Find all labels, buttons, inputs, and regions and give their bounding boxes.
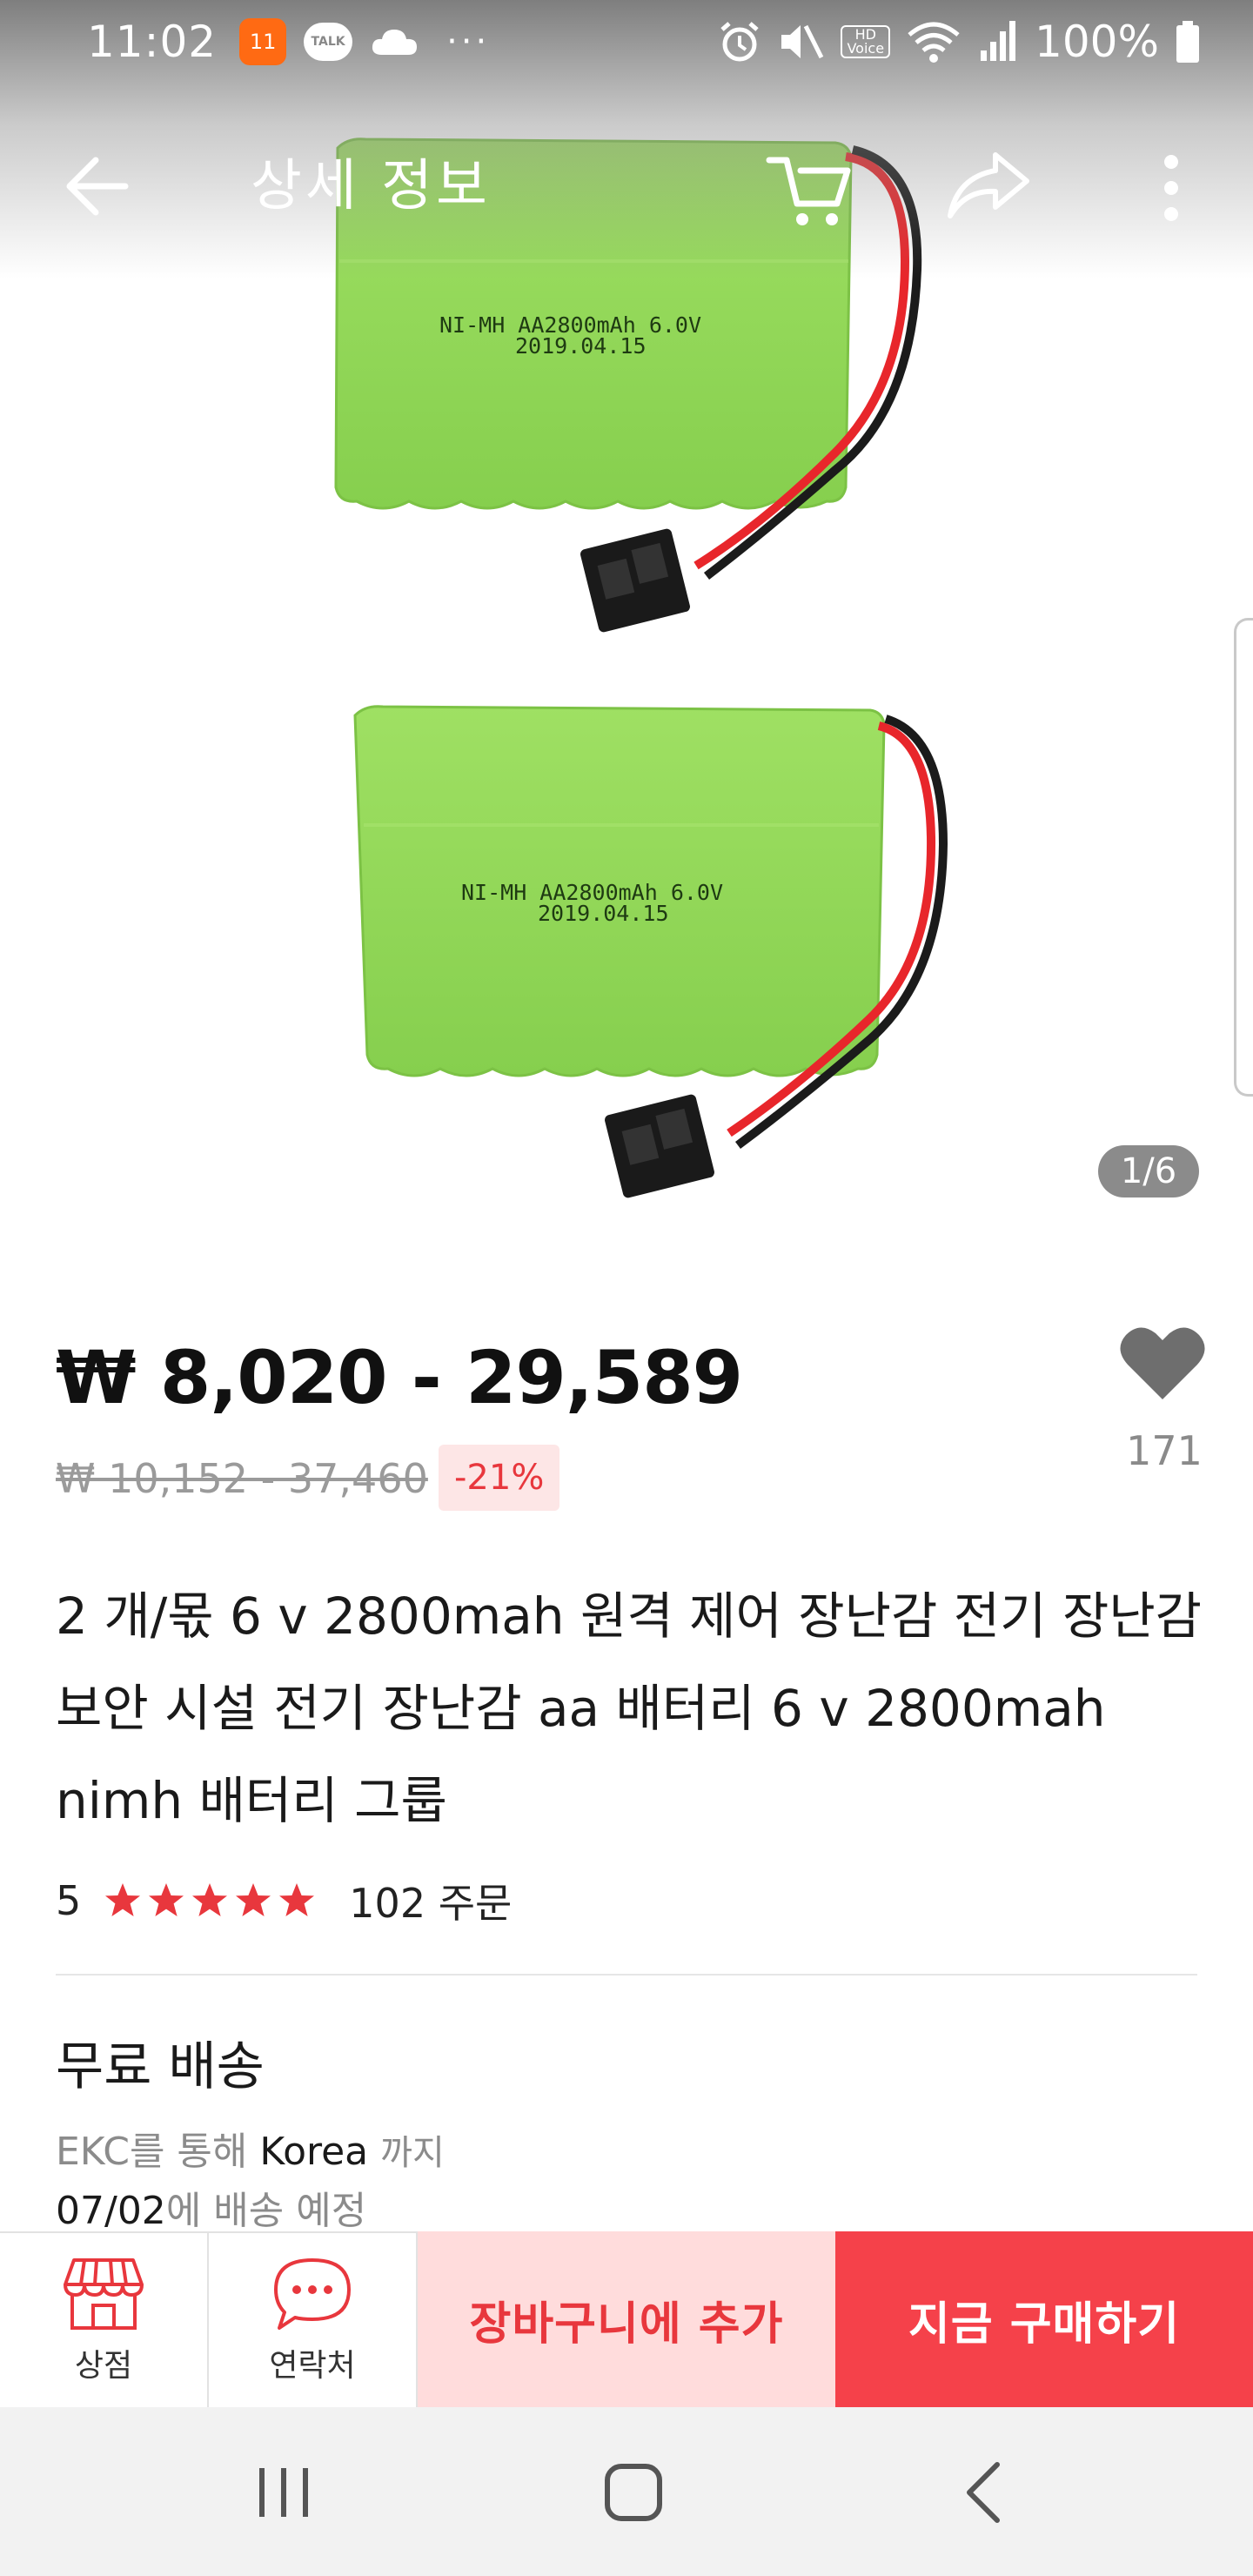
section-divider [56, 1974, 1197, 1976]
battery-percent: 100% [1035, 17, 1159, 67]
more-menu-icon[interactable] [1147, 151, 1196, 225]
store-label: 상점 [74, 2348, 133, 2384]
discount-badge: -21% [439, 1445, 560, 1511]
shipping-eta: 07/02에 배송 예정 [56, 2179, 366, 2235]
status-time: 11:02 [87, 17, 218, 67]
order-count: 102 주문 [349, 1880, 513, 1927]
wifi-icon [908, 22, 960, 63]
contact-button[interactable]: 연락처 [209, 2231, 418, 2407]
side-panel-handle[interactable] [1234, 618, 1253, 1097]
nav-back-icon[interactable] [957, 2459, 1009, 2526]
alarm-icon [720, 22, 760, 62]
rating-stars [104, 1882, 316, 1920]
system-navigation-bar [0, 2407, 1253, 2576]
battery-pack-bottom: NI-MH AA2800mAh 6.0V 2019.04.15 [353, 705, 948, 1198]
shipping-destination: Korea [259, 2130, 369, 2174]
star-icon [192, 1883, 228, 1916]
status-bar: 11:02 11 TALK ··· HD Voice 100% [0, 0, 1253, 84]
chat-bubble-icon [274, 2258, 351, 2330]
star-icon [279, 1883, 315, 1916]
shipping-title[interactable]: 무료 배송 [56, 2024, 265, 2100]
star-icon [149, 1883, 184, 1916]
star-icon [105, 1883, 141, 1916]
top-app-bar: 상세 정보 [0, 84, 1253, 275]
wishlist-heart-icon[interactable] [1117, 1321, 1208, 1405]
store-icon [64, 2258, 144, 2330]
contact-label: 연락처 [269, 2348, 356, 2384]
signal-icon [981, 21, 1016, 61]
bottom-action-bar: 상점 연락처 장바구니에 추가 지금 구매하기 [0, 2231, 1253, 2407]
wishlist-count: 171 [1126, 1427, 1203, 1474]
talk-notification-icon: TALK [304, 23, 353, 61]
shipping-date: 07/02 [56, 2189, 166, 2233]
add-to-cart-button[interactable]: 장바구니에 추가 [418, 2231, 835, 2407]
mute-icon [781, 24, 824, 59]
battery-label-line2: 2019.04.15 [515, 333, 647, 359]
star-icon [236, 1883, 271, 1916]
recent-apps-icon[interactable] [252, 2461, 315, 2524]
page-title: 상세 정보 [251, 154, 491, 218]
battery-label-line2: 2019.04.15 [538, 901, 669, 926]
shipping-destination-suffix: 까지 [380, 2133, 445, 2173]
voice-label: Voice [847, 40, 885, 57]
back-arrow-icon[interactable] [61, 151, 131, 221]
rating-score: 5 [56, 1877, 82, 1924]
current-price: ₩ 8,020 - 29,589 [56, 1335, 743, 1420]
image-page-indicator: 1/6 [1098, 1145, 1199, 1197]
app-notification-icon: 11 [239, 18, 287, 65]
shipping-date-suffix: 에 배송 예정 [165, 2189, 367, 2233]
cloud-icon [372, 30, 418, 55]
original-price: ₩ 10,152 - 37,460 [56, 1455, 428, 1502]
home-icon[interactable] [602, 2461, 665, 2524]
shipping-carrier: EKC를 통해 [56, 2130, 248, 2174]
store-button[interactable]: 상점 [0, 2231, 209, 2407]
cart-icon[interactable] [762, 139, 858, 235]
rating-row[interactable]: 5 102 주문 [56, 1875, 512, 1927]
hd-voice-icon: HD Voice [841, 25, 891, 58]
battery-icon [1176, 21, 1199, 63]
more-notifications-icon: ··· [446, 22, 491, 62]
shipping-route: EKC를 통해 Korea 까지 [56, 2120, 445, 2176]
share-icon[interactable] [941, 143, 1037, 230]
product-title: 2 개/몫 6 v 2800mah 원격 제어 장난감 전기 장난감 보안 시설… [56, 1587, 1203, 1830]
buy-now-button[interactable]: 지금 구매하기 [835, 2231, 1253, 2407]
